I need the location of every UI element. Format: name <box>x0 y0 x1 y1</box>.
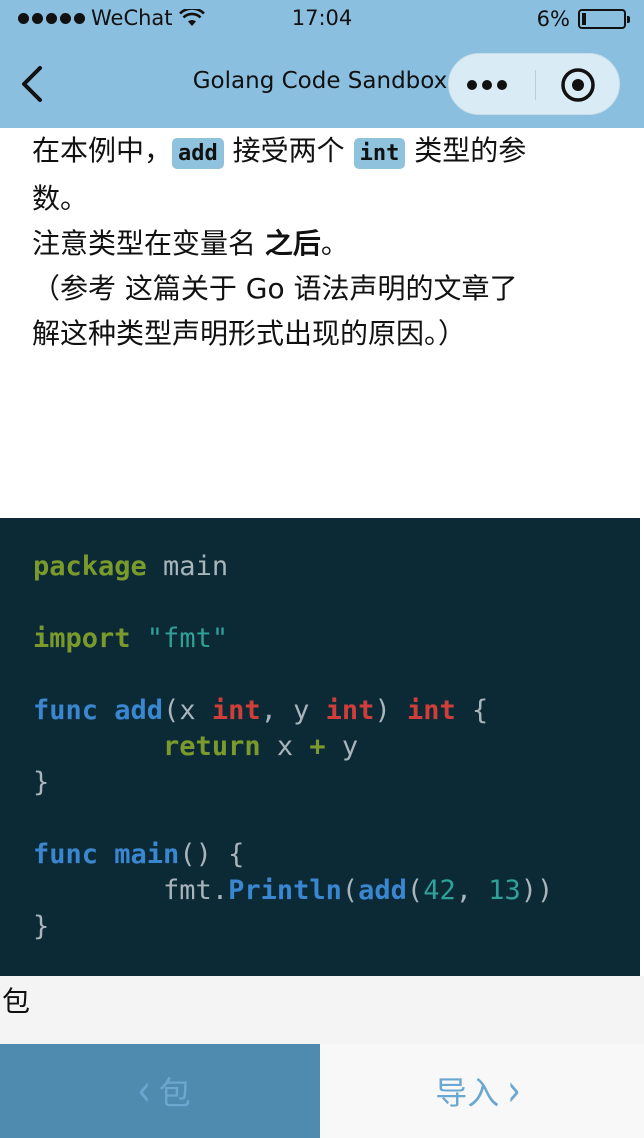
next-label: 导入 <box>435 1074 500 1112</box>
code-token: func <box>33 839 99 870</box>
bold-text: 之后 <box>264 227 321 260</box>
code-token: x <box>260 731 310 762</box>
text-span: 注意类型在变量名 <box>32 227 265 260</box>
nav-bar: Golang Code Sandbox <box>0 40 644 128</box>
lesson-text: 在本例中， add 接受两个 int 类型的参 数。 注意类型在变量名 之后。 （… <box>32 128 622 356</box>
code-token: Println <box>228 875 342 906</box>
text-line: 在本例中， add 接受两个 int 类型的参 <box>32 128 622 176</box>
code-token: int <box>406 695 456 726</box>
inline-code-add: add <box>172 138 224 169</box>
prev-label: 包 <box>158 1074 191 1112</box>
code-line: import "fmt" <box>33 621 640 657</box>
target-close-icon[interactable] <box>559 66 597 104</box>
code-token: () { <box>179 839 245 870</box>
battery-percent: 6% <box>536 7 570 31</box>
code-token: add <box>358 875 407 906</box>
code-token: , <box>455 875 489 906</box>
code-token: 42 <box>423 875 456 906</box>
code-token: )) <box>520 875 554 906</box>
code-token: main <box>146 551 229 582</box>
bottom-nav: ‹ 包 导入 › <box>0 1044 644 1138</box>
code-token: 13 <box>488 875 521 906</box>
text-line: （参考 这篇关于 Go 语法声明的文章了 <box>32 272 518 305</box>
code-token: y <box>325 731 359 762</box>
capsule-divider <box>535 70 536 100</box>
code-token: ) <box>374 695 407 726</box>
code-line: func add(x int, y int) int { <box>33 693 640 729</box>
code-token: main <box>98 839 180 870</box>
status-bar: WeChat 17:04 6% <box>0 0 644 40</box>
code-line: func main() { <box>33 837 640 873</box>
text-line: 注意类型在变量名 之后。 <box>32 221 622 266</box>
text-line: 解这种类型声明形式出现的原因。） <box>32 317 467 350</box>
code-token: ( <box>341 875 359 906</box>
code-token: package <box>33 551 147 582</box>
code-token: return <box>163 731 261 762</box>
code-line: package main <box>33 549 640 585</box>
next-button[interactable]: 导入 › <box>320 1044 644 1138</box>
code-token: fmt. <box>163 875 229 906</box>
code-token: , y <box>260 695 326 726</box>
code-token: (x <box>163 695 212 726</box>
code-token: { <box>455 695 489 726</box>
code-line: } <box>33 767 50 798</box>
code-line: return x + y <box>33 729 640 765</box>
text-span: 。 <box>320 227 349 260</box>
code-token: import <box>33 623 131 654</box>
status-right: 6% <box>536 7 630 31</box>
chevron-right-icon: › <box>507 1065 521 1117</box>
package-label: 包 <box>0 976 644 1044</box>
code-token: "fmt" <box>130 623 229 654</box>
text-line: 数。 <box>32 182 89 215</box>
code-token: int <box>325 695 375 726</box>
code-line: fmt.Println(add(42, 13)) <box>33 873 640 909</box>
code-line: } <box>33 911 50 942</box>
prev-button[interactable]: ‹ 包 <box>0 1044 320 1138</box>
more-dots-icon[interactable] <box>467 74 507 90</box>
chevron-left-icon: ‹ <box>137 1065 151 1117</box>
inline-code-int: int <box>353 138 406 169</box>
code-token: ( <box>406 875 424 906</box>
code-token: func <box>33 695 99 726</box>
text-span: 类型的参 <box>405 134 527 167</box>
battery-icon <box>578 9 630 29</box>
mini-program-capsule <box>448 53 620 115</box>
text-span: 接受两个 <box>223 134 354 167</box>
code-block[interactable]: package main import "fmt" func add(x int, … <box>0 518 640 976</box>
code-token: add <box>98 695 164 726</box>
text-span: 在本例中， <box>32 134 173 167</box>
code-token: int <box>211 695 261 726</box>
code-token: + <box>309 731 326 762</box>
